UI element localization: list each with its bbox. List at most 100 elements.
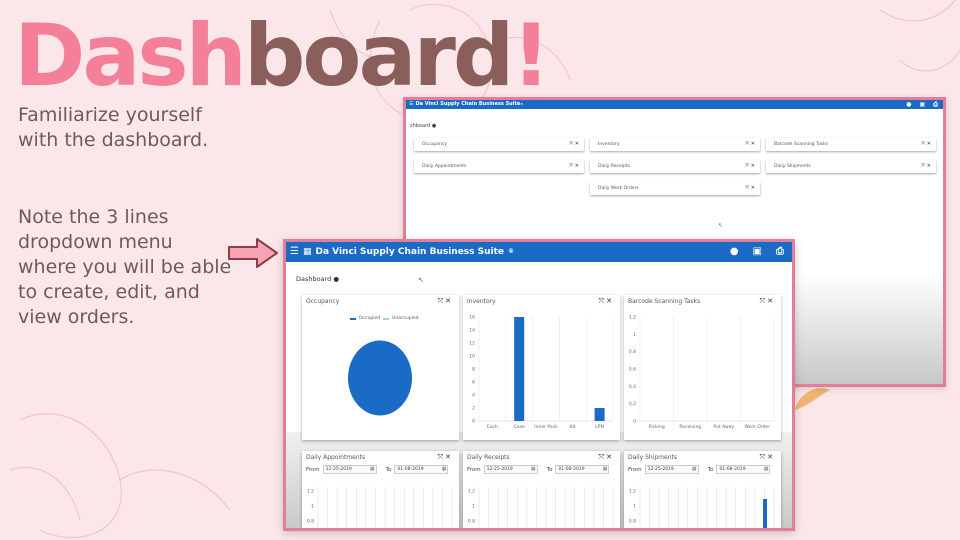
widget-controls[interactable]: ⤧ ✕ — [921, 160, 931, 173]
app-title: Da Vinci Supply Chain Business Suite — [315, 247, 505, 257]
y-tick-label: 0.4 — [629, 384, 636, 390]
panel-controls[interactable]: ⤧✕ — [599, 453, 614, 462]
panel-title: Daily Appointments — [306, 454, 366, 461]
to-date-input[interactable]: 01-08-2019 ▦ — [394, 465, 449, 474]
daily-shipments-panel: Daily Shipments ⤧✕ From 12-25-2019 ▦ To 0… — [624, 451, 781, 528]
widget-controls[interactable]: ⤧ ✕ — [921, 138, 931, 151]
y-tick-label: 0.2 — [629, 401, 636, 407]
panel-controls[interactable]: ⤧✕ — [599, 297, 614, 306]
calendar-icon: ▦ — [602, 466, 608, 472]
description-menu-note: Note the 3 lines dropdown menu where you… — [18, 206, 232, 328]
calendar-icon: ▦ — [369, 466, 375, 472]
printer-icon[interactable]: ⎙ — [933, 100, 938, 109]
y-tick-label: 12 — [469, 341, 475, 347]
to-date-input[interactable]: 01-08-2019 ▦ — [555, 465, 610, 474]
widget-daily-shipments[interactable]: Daily Shipments ⤧ ✕ — [766, 160, 936, 173]
flower-outline-bottom — [9, 413, 231, 539]
y-tick-label: 4 — [472, 393, 475, 399]
from-label: From — [306, 466, 320, 473]
y-tick-label: 1.2 — [307, 489, 314, 495]
y-tick-label: 0.8 — [468, 519, 475, 525]
x-tick-label: Case — [514, 424, 525, 430]
shipment-bar — [763, 499, 767, 528]
mouse-cursor-icon: ↖ — [418, 276, 424, 284]
info-icon: ● — [431, 123, 437, 129]
app-title-mark: ® — [508, 248, 515, 255]
panel-controls[interactable]: ⤧✕ — [760, 297, 775, 306]
to-label: To — [546, 466, 553, 473]
widget-controls[interactable]: ⤧ ✕ — [569, 138, 579, 151]
title-part-dash: Dash — [14, 6, 247, 106]
widget-daily-appointments[interactable]: Daily Appointments ⤧ ✕ — [414, 160, 584, 173]
user-icon[interactable]: ● — [906, 100, 911, 109]
hamburger-icon[interactable]: ☰ — [409, 100, 413, 109]
x-tick-label: Each — [487, 424, 498, 430]
calendar-icon: ▦ — [530, 466, 536, 472]
y-tick-label: 1 — [633, 504, 636, 510]
title-exclamation: ! — [511, 6, 551, 106]
widget-daily-receipts[interactable]: Daily Receipts ⤧ ✕ — [590, 160, 760, 173]
daily-shipments-chart: 1.2 1 0.8 — [629, 487, 775, 528]
date-range: From 12-25-2019 ▦ To 01-08-2019 ▦ — [628, 465, 771, 474]
widget-occupancy[interactable]: Occupancy ⤧ ✕ — [414, 138, 584, 151]
dashboard-window-front: ☰ ▦ Da Vinci Supply Chain Business Suite… — [283, 239, 795, 531]
app-title-mark: ® — [520, 102, 524, 106]
widget-controls[interactable]: ⤧ ✕ — [745, 138, 755, 151]
widget-controls[interactable]: ⤧ ✕ — [569, 160, 579, 173]
from-date-input[interactable]: 12-25-2019 ▦ — [322, 465, 377, 474]
from-date-input[interactable]: 12-25-2019 ▦ — [644, 465, 699, 474]
printer-icon[interactable]: ⎙ — [776, 242, 784, 262]
hamburger-menu-icon[interactable]: ☰ — [290, 242, 299, 262]
widget-daily-work-orders[interactable]: Daily Work Orders ⤧ ✕ — [590, 182, 760, 195]
x-tick-label: Work Order — [744, 424, 770, 430]
y-tick-label: 1.2 — [468, 489, 475, 495]
y-tick-label: 0.6 — [629, 367, 636, 373]
y-tick-label: 0 — [472, 419, 475, 425]
y-tick-label: 6 — [472, 380, 475, 386]
breadcrumb-dashboard[interactable]: Dashboard — [296, 275, 331, 283]
x-tick-label: Inner Pack — [534, 424, 558, 430]
breadcrumb: Dashboard ● — [296, 275, 339, 283]
panel-controls[interactable]: ⤧✕ — [760, 453, 775, 462]
x-tick-label: Picking — [649, 424, 665, 430]
widget-controls[interactable]: ⤧ ✕ — [745, 182, 755, 195]
y-tick-label: 2 — [472, 406, 475, 412]
panel-controls[interactable]: ⤧✕ — [438, 297, 453, 306]
breadcrumb: shboard ● — [410, 123, 437, 129]
panel-title: Occupancy — [306, 298, 340, 305]
to-date-input[interactable]: 01-08-2019 ▦ — [716, 465, 771, 474]
inventory-bar-chart: 0 2 4 6 8 10 12 14 16 Each Case Inner Pack Kit LPN — [469, 315, 614, 430]
building-icon[interactable]: ▣ — [753, 242, 762, 262]
x-tick-label: Put Away — [713, 424, 734, 430]
calendar-icon: ▦ — [441, 466, 447, 472]
y-tick-label: 14 — [469, 328, 475, 334]
x-tick-label: Kit — [570, 424, 576, 430]
y-tick-label: 1 — [472, 504, 475, 510]
title-part-board: board — [243, 6, 515, 106]
y-tick-label: 1.2 — [629, 489, 636, 495]
from-date-input[interactable]: 12-25-2019 ▦ — [483, 465, 538, 474]
leaf-decoration — [795, 388, 830, 410]
widget-barcode-scanning-tasks[interactable]: Barcode Scanning Tasks ⤧ ✕ — [766, 138, 936, 151]
grid-icon: ▦ — [302, 247, 312, 257]
mouse-cursor-icon: ↖ — [718, 222, 724, 229]
widget-inventory[interactable]: Inventory ⤧ ✕ — [590, 138, 760, 151]
building-icon[interactable]: ▣ — [920, 100, 926, 109]
slide-title: Dashboard! — [14, 6, 551, 106]
y-tick-label: 1 — [311, 504, 314, 510]
occupancy-panel: Occupancy ⤧✕ Occupied Unoccupied — [302, 295, 459, 440]
calendar-icon: ▦ — [691, 466, 697, 472]
panel-title: Daily Receipts — [467, 454, 510, 461]
daily-appointments-chart: 1.2 1 0.8 — [307, 487, 453, 528]
bar-lpn — [594, 408, 605, 421]
arrow-right-icon — [228, 238, 278, 268]
user-icon[interactable]: ● — [730, 242, 739, 262]
occupancy-pie-chart — [348, 340, 412, 416]
from-label: From — [467, 466, 481, 473]
daily-appointments-panel: Daily Appointments ⤧✕ From 12-25-2019 ▦ T… — [302, 451, 459, 528]
to-label: To — [385, 466, 392, 473]
panel-controls[interactable]: ⤧✕ — [438, 453, 453, 462]
y-tick-label: 8 — [472, 367, 475, 373]
y-tick-label: 0.8 — [629, 519, 636, 525]
widget-controls[interactable]: ⤧ ✕ — [745, 160, 755, 173]
